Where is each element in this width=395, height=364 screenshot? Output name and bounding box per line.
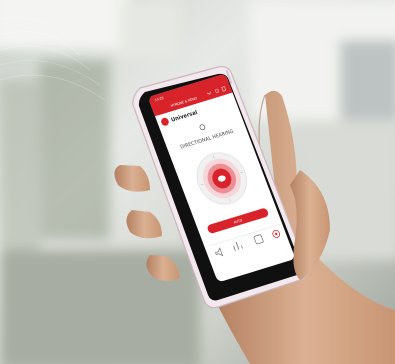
photo-background — [0, 0, 395, 364]
photo-scene: 14:29 HYMONE & RDNO Universal DIRECTIONA… — [0, 0, 395, 364]
